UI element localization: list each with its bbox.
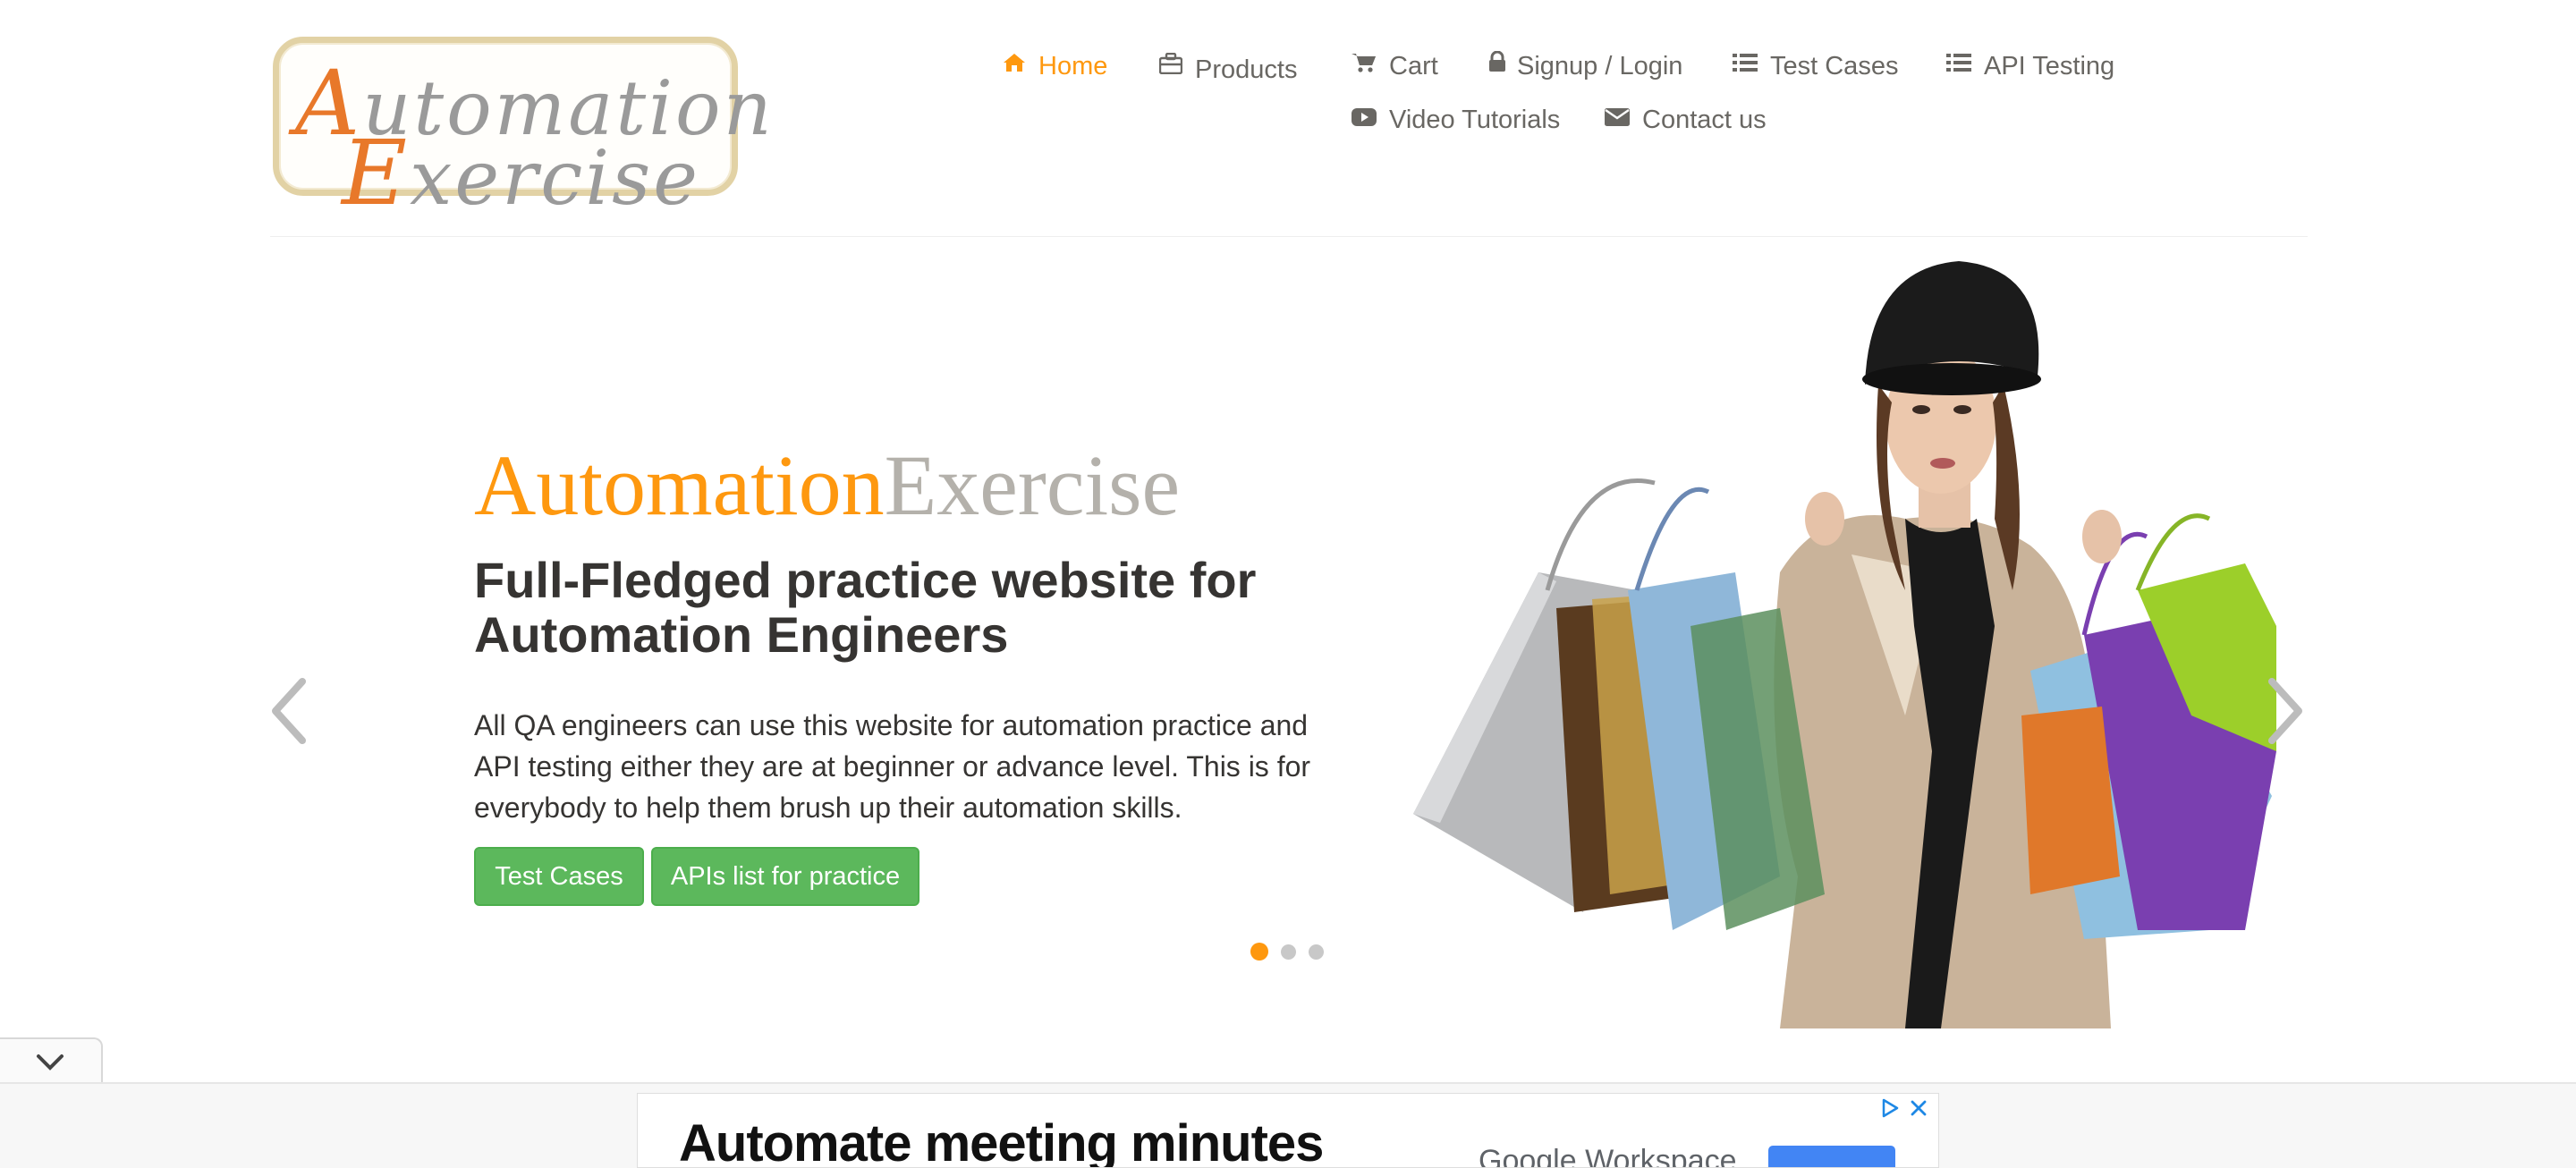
nav-api-testing[interactable]: API Testing	[1946, 52, 2114, 81]
slider-indicator-1[interactable]	[1250, 943, 1268, 961]
slider-headline: Full-Fledged practice website for Automa…	[474, 552, 1257, 663]
header-divider	[270, 236, 2308, 237]
hero-image	[1404, 250, 2276, 1033]
nav-video-tutorials-label: Video Tutorials	[1389, 106, 1561, 134]
envelope-icon	[1605, 105, 1630, 134]
list-icon	[1946, 50, 1971, 80]
nav-video-tutorials[interactable]: Video Tutorials	[1352, 106, 1560, 135]
nav-cart[interactable]: Cart	[1352, 52, 1438, 81]
nav-home-label: Home	[1038, 52, 1108, 80]
nav-test-cases-label: Test Cases	[1770, 52, 1899, 80]
slider-indicator-3[interactable]	[1309, 944, 1324, 960]
ad-collapse-toggle[interactable]	[0, 1037, 103, 1084]
ad-brand: Google Workspace	[1479, 1144, 1737, 1168]
slider-brand-title: AutomationExercise	[474, 443, 1180, 529]
nav-products[interactable]: Products	[1158, 52, 1298, 85]
home-icon	[1003, 50, 1026, 80]
nav-api-testing-label: API Testing	[1984, 52, 2115, 80]
ad-title: Automate meeting minutes	[679, 1114, 1324, 1168]
list-icon	[1733, 50, 1758, 80]
slider-description: All QA engineers can use this website fo…	[474, 709, 1311, 824]
slider-prev-arrow[interactable]	[268, 678, 308, 749]
apis-list-button[interactable]: APIs list for practice	[651, 847, 919, 906]
brand-automation: Automation	[474, 437, 885, 533]
ad-cta-button[interactable]	[1768, 1146, 1895, 1167]
ad-banner[interactable]: Automate meeting minutes Google Workspac…	[637, 1093, 1939, 1168]
brand-exercise: Exercise	[884, 437, 1181, 533]
logo-line-2: Exercise	[342, 121, 700, 225]
slider-indicator-2[interactable]	[1281, 944, 1296, 960]
lock-icon	[1488, 50, 1506, 80]
google-workspace-logo: Google Workspace	[1479, 1144, 1737, 1168]
briefcase-icon	[1158, 52, 1183, 81]
site-logo[interactable]: Automation Exercise	[273, 37, 772, 218]
nav-signup-login[interactable]: Signup / Login	[1488, 50, 1683, 81]
nav-home[interactable]: Home	[1003, 52, 1107, 81]
chevron-down-icon	[36, 1054, 64, 1076]
close-icon[interactable]	[1908, 1097, 1929, 1123]
test-cases-button[interactable]: Test Cases	[474, 847, 644, 906]
shopping-cart-icon	[1352, 51, 1377, 80]
nav-contact-us-label: Contact us	[1642, 106, 1767, 134]
nav-products-label: Products	[1195, 55, 1298, 84]
nav-contact-us[interactable]: Contact us	[1605, 106, 1767, 135]
nav-test-cases[interactable]: Test Cases	[1733, 52, 1898, 81]
nav-cart-label: Cart	[1389, 52, 1438, 80]
nav-signup-login-label: Signup / Login	[1517, 52, 1683, 80]
adchoices-icon[interactable]	[1879, 1097, 1901, 1123]
youtube-play-icon	[1352, 105, 1377, 134]
slider-next-arrow[interactable]	[2267, 678, 2306, 749]
